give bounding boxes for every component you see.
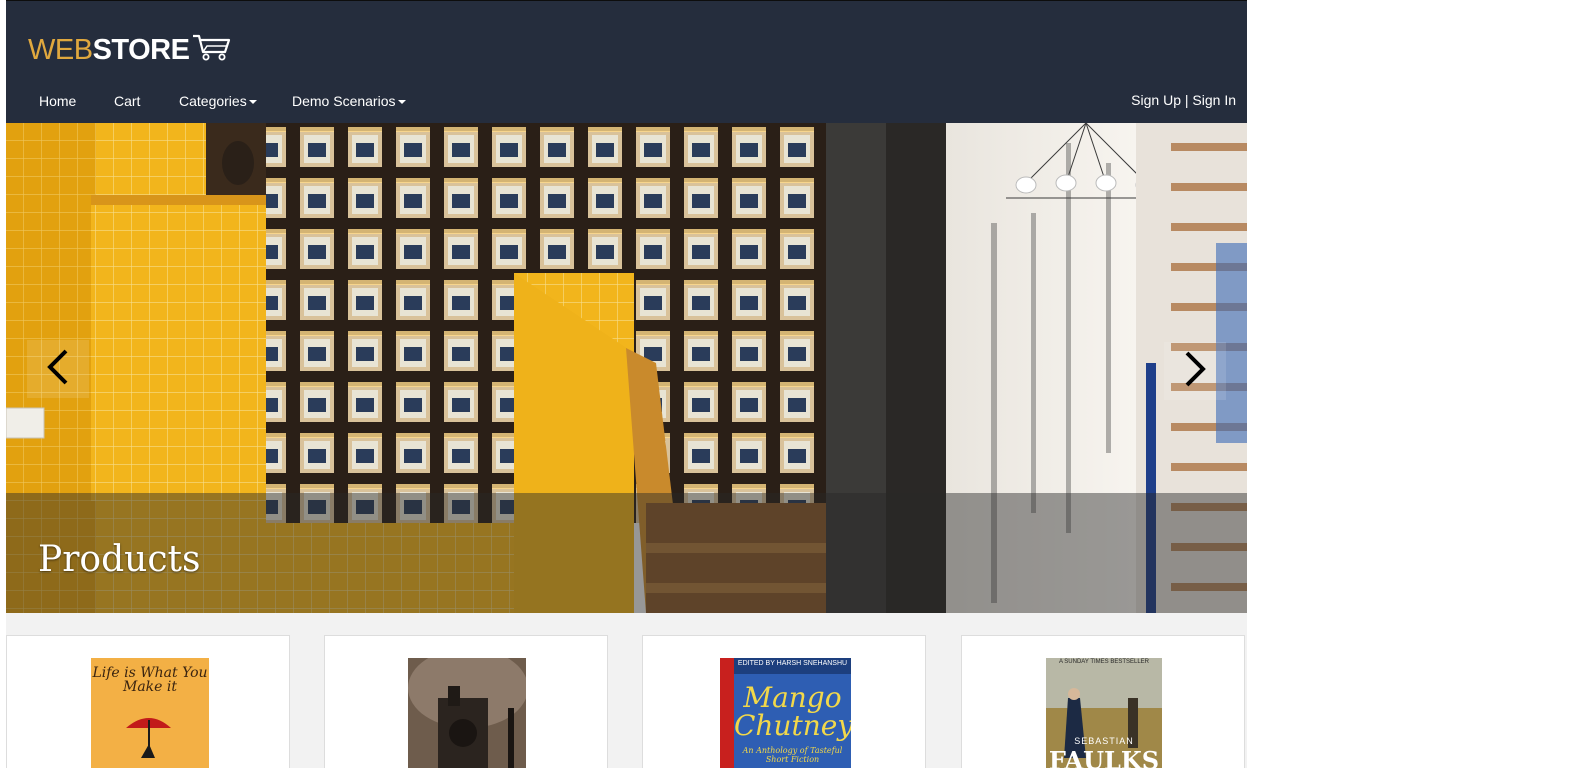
cover-title: Life is What You Make it <box>92 665 208 695</box>
chevron-left-icon <box>46 349 70 390</box>
nav-demo-scenarios-label: Demo Scenarios <box>292 93 396 109</box>
auth-separator: | <box>1184 92 1189 108</box>
nav-demo-scenarios-dropdown[interactable]: Demo Scenarios <box>292 93 406 109</box>
nav-home[interactable]: Home <box>39 93 76 109</box>
cover-editor: EDITED BY HARSH SNEHANSHU <box>737 660 848 667</box>
hero-carousel: Products <box>6 123 1247 613</box>
product-card[interactable]: A SUNDAY TIMES BESTSELLER SEBASTIAN FAUL… <box>961 635 1245 768</box>
cover-badge: A SUNDAY TIMES BESTSELLER <box>1058 659 1150 665</box>
product-card[interactable]: Life is What You Make it <box>6 635 290 768</box>
product-cover-image[interactable]: A SUNDAY TIMES BESTSELLER SEBASTIAN FAUL… <box>1046 658 1162 768</box>
nav-cart[interactable]: Cart <box>114 93 140 109</box>
brand-logo[interactable]: WEB STORE <box>28 33 233 67</box>
signup-link[interactable]: Sign Up <box>1131 92 1181 108</box>
cover-title: Mango Chutney <box>734 681 851 742</box>
carousel-prev-button[interactable] <box>27 340 89 398</box>
caret-down-icon <box>248 100 257 105</box>
carousel-next-button[interactable] <box>1164 342 1226 400</box>
carousel-caption: Products <box>38 539 201 580</box>
caret-down-icon <box>397 100 406 105</box>
product-cover-image[interactable] <box>408 658 526 768</box>
product-cover-image[interactable]: Life is What You Make it <box>91 658 209 768</box>
signin-link[interactable]: Sign In <box>1192 92 1236 108</box>
navbar: WEB STORE Home Cart Categories Demo Scen… <box>6 1 1247 123</box>
auth-links: Sign Up | Sign In <box>1131 92 1236 108</box>
nav-categories-label: Categories <box>179 93 247 109</box>
product-card[interactable] <box>324 635 608 768</box>
product-grid: Life is What You Make it EDITED BY HARSH… <box>6 635 1247 768</box>
chevron-right-icon <box>1183 351 1207 392</box>
page-container: WEB STORE Home Cart Categories Demo Scen… <box>6 0 1247 768</box>
cover-author-first: SEBASTIAN <box>1074 736 1134 746</box>
product-cover-image[interactable]: EDITED BY HARSH SNEHANSHU Mango Chutney … <box>720 658 851 768</box>
logo-store-text: STORE <box>92 33 190 66</box>
shopping-cart-icon <box>191 32 233 70</box>
cover-subtitle: An Anthology of Tasteful Short Fiction <box>742 746 843 764</box>
cover-title: FAULKS <box>1048 746 1160 768</box>
logo-web-text: WEB <box>28 33 93 66</box>
product-card[interactable]: EDITED BY HARSH SNEHANSHU Mango Chutney … <box>642 635 926 768</box>
nav-categories-dropdown[interactable]: Categories <box>179 93 257 109</box>
